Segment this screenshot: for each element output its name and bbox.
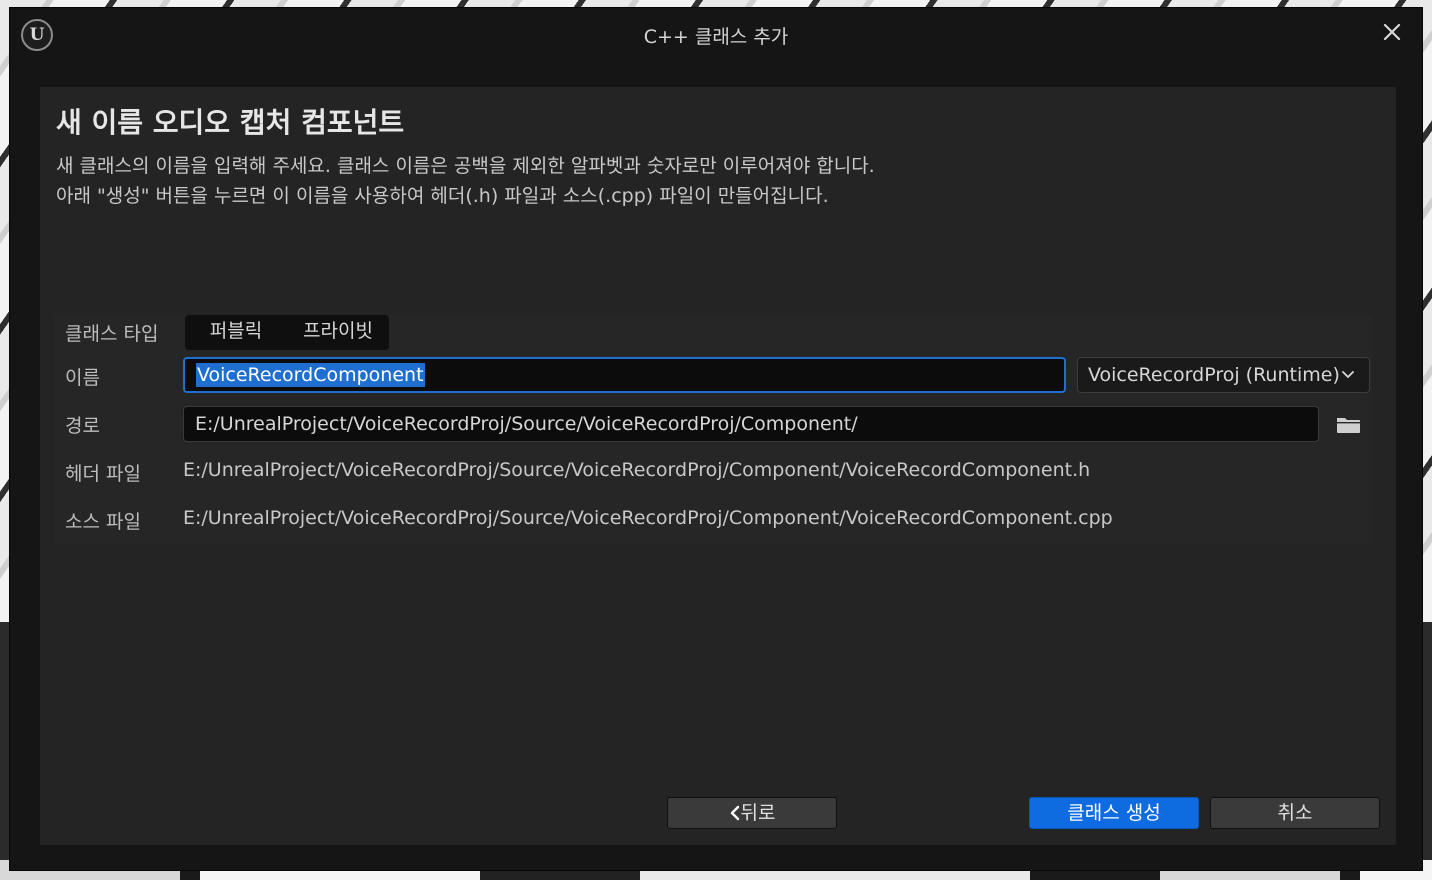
- class-name-input[interactable]: VoiceRecordComponent: [183, 357, 1066, 393]
- cancel-button[interactable]: 취소: [1210, 797, 1380, 829]
- add-cpp-class-dialog: U C++ 클래스 추가 새 이름 오디오 캡처 컴포넌트 새 클래스의 이름을…: [9, 7, 1423, 871]
- close-button[interactable]: [1376, 16, 1408, 48]
- chevron-down-icon: [1342, 371, 1354, 378]
- source-file-path: E:/UnrealProject/VoiceRecordProj/Source/…: [183, 507, 1113, 529]
- title-bar[interactable]: U C++ 클래스 추가: [10, 8, 1422, 68]
- class-type-label: 클래스 타입: [65, 323, 159, 345]
- content-panel: 새 이름 오디오 캡처 컴포넌트 새 클래스의 이름을 입력해 주세요. 클래스…: [40, 87, 1396, 845]
- path-label: 경로: [65, 415, 100, 437]
- class-name-selected-text: VoiceRecordComponent: [196, 363, 425, 387]
- module-dropdown[interactable]: VoiceRecordProj (Runtime): [1077, 357, 1370, 393]
- class-type-public[interactable]: 퍼블릭: [185, 315, 287, 350]
- module-dropdown-value: VoiceRecordProj (Runtime): [1088, 364, 1340, 386]
- browse-folder-button[interactable]: [1334, 413, 1364, 437]
- window-title: C++ 클래스 추가: [643, 26, 789, 48]
- description-line-2: 아래 "생성" 버튼을 누르면 이 이름을 사용하여 헤더(.h) 파일과 소스…: [56, 185, 829, 207]
- path-input[interactable]: E:/UnrealProject/VoiceRecordProj/Source/…: [183, 406, 1319, 442]
- class-type-toggle: 퍼블릭 프라이빗: [185, 315, 389, 350]
- class-type-private[interactable]: 프라이빗: [287, 315, 389, 350]
- back-button-label: 뒤로: [740, 802, 776, 824]
- header-file-label: 헤더 파일: [65, 463, 141, 485]
- header-file-path: E:/UnrealProject/VoiceRecordProj/Source/…: [183, 459, 1091, 481]
- name-label: 이름: [65, 367, 100, 389]
- back-button[interactable]: 뒤로: [667, 797, 837, 829]
- folder-icon: [1337, 418, 1360, 433]
- class-form: 클래스 타입 퍼블릭 프라이빗 이름 VoiceRecordComponent …: [54, 315, 1372, 545]
- close-icon: [1383, 23, 1401, 41]
- chevron-left-icon: [730, 805, 739, 821]
- description-line-1: 새 클래스의 이름을 입력해 주세요. 클래스 이름은 공백을 제외한 알파벳과…: [56, 155, 875, 177]
- create-class-button[interactable]: 클래스 생성: [1029, 797, 1199, 829]
- page-title: 새 이름 오디오 캡처 컴포넌트: [56, 106, 405, 139]
- source-file-label: 소스 파일: [65, 511, 141, 533]
